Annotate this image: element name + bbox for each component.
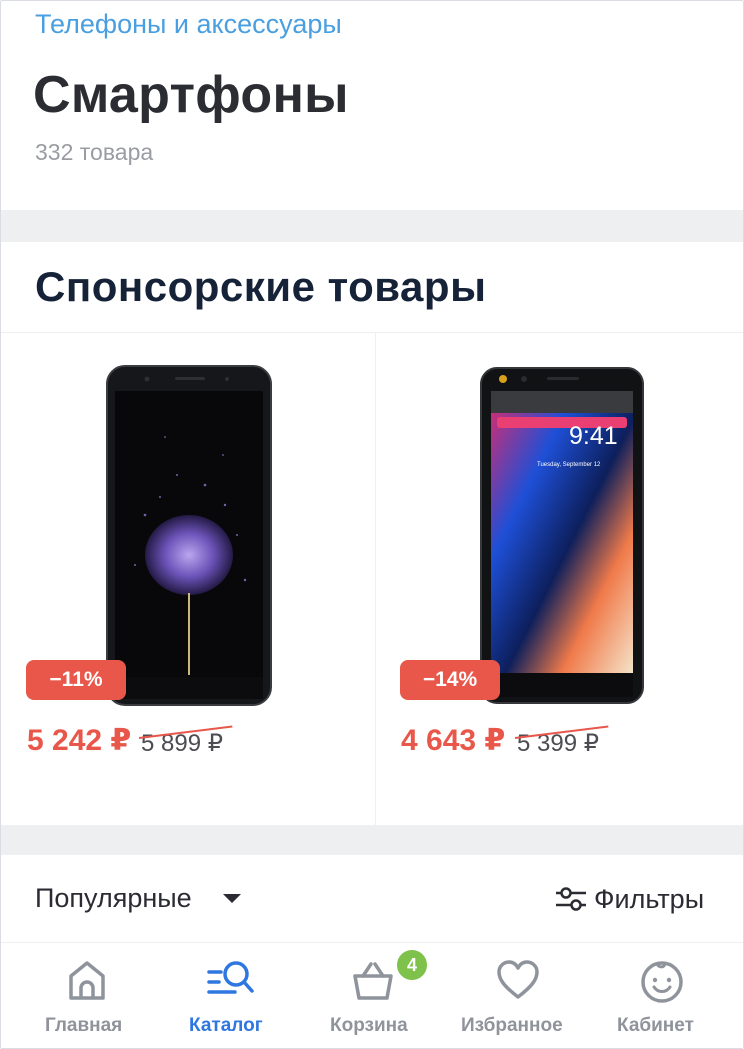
tab-favorites[interactable]: Избранное <box>455 944 583 1048</box>
lock-screen-time: 9:41 <box>569 422 618 450</box>
iphone-style-image: 9:41 Tuesday, September 12 <box>480 367 644 704</box>
product-card[interactable]: −11% 5 242 ₽ 5 899 ₽ <box>1 333 376 826</box>
tab-account-label: Кабинет <box>617 1015 694 1036</box>
android-phone-image <box>106 365 272 706</box>
discount-badge: −11% <box>26 660 126 700</box>
sort-dropdown[interactable]: Популярные <box>35 883 192 914</box>
discount-badge: −14% <box>400 660 500 700</box>
tab-account[interactable]: Кабинет <box>609 944 713 1048</box>
tab-home[interactable]: Главная <box>37 944 137 1048</box>
tab-catalog-label: Каталог <box>189 1015 263 1036</box>
section-divider <box>1 825 743 855</box>
tab-home-label: Главная <box>45 1015 123 1036</box>
home-icon <box>69 961 105 1000</box>
sort-filter-bar: Популярные Фильтры <box>1 855 743 943</box>
tab-cart[interactable]: 4 Корзина <box>323 944 433 1048</box>
current-price: 5 242 ₽ <box>27 724 132 757</box>
tab-cart-label: Корзина <box>330 1015 408 1036</box>
sliders-icon <box>556 887 586 911</box>
sponsored-products: −11% 5 242 ₽ 5 899 ₽ 9:41 Tuesday, Septe… <box>1 332 743 826</box>
breadcrumb[interactable]: Телефоны и аксессуары <box>35 9 342 40</box>
filters-button[interactable]: Фильтры <box>554 881 704 917</box>
bottom-tab-bar: Главная Каталог 4 Корзина Избранное Каби… <box>1 944 743 1048</box>
app-frame: Телефоны и аксессуары Смартфоны 332 това… <box>0 0 744 1049</box>
heart-icon <box>497 960 539 999</box>
basket-icon <box>353 962 393 1000</box>
product-card[interactable]: 9:41 Tuesday, September 12 −14% 4 643 ₽ … <box>377 333 743 826</box>
item-count: 332 товара <box>35 139 154 165</box>
product-image[interactable] <box>105 365 273 707</box>
product-image[interactable]: 9:41 Tuesday, September 12 <box>479 367 645 705</box>
tab-favorites-label: Избранное <box>461 1015 563 1036</box>
sponsored-section-title: Спонсорские товары <box>35 263 487 310</box>
page-title: Смартфоны <box>33 66 349 124</box>
cart-count-badge: 4 <box>395 948 429 982</box>
baby-face-icon <box>641 961 683 1003</box>
section-divider <box>1 210 743 242</box>
filters-label: Фильтры <box>594 883 705 914</box>
current-price: 4 643 ₽ <box>401 724 506 757</box>
tab-catalog[interactable]: Каталог <box>181 944 281 1048</box>
caret-down-icon[interactable] <box>223 894 241 903</box>
catalog-search-icon <box>207 961 254 994</box>
lock-screen-date: Tuesday, September 12 <box>537 462 601 468</box>
